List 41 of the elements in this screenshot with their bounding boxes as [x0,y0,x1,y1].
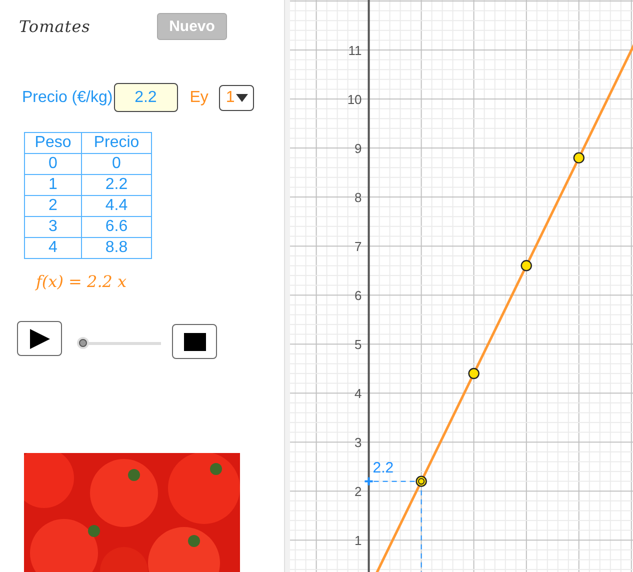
table-cell: 8.8 [82,238,152,258]
tick-label: 2 [354,484,362,500]
table-cell: 0 [82,154,152,174]
table-cell: 4.4 [82,196,152,216]
price-label: Precio (€/kg) [22,88,113,106]
tick-label: 3 [354,435,362,450]
price-input[interactable]: 2.2 [114,83,178,112]
table-cell: 3 [24,216,82,238]
tick-label: 4 [354,386,362,402]
tick-label: 10 [347,92,362,107]
tick-label: 7 [354,239,362,254]
tick-label: 5 [354,337,362,352]
play-button[interactable] [17,321,62,356]
stop-button[interactable] [172,324,217,359]
column-header: Precio [82,132,152,154]
play-icon [28,328,50,350]
caret-icon [236,94,248,102]
table-cell: 2.2 [82,174,152,196]
table-cell: 2 [24,196,82,216]
tick-label: 1 [354,533,362,548]
point-marker[interactable] [468,368,480,380]
app-title: Tomates [19,16,92,36]
slider-thumb[interactable] [79,338,87,346]
point-marker[interactable] [573,152,584,164]
example-dropdown[interactable]: 1 [219,84,254,110]
column-header: Peso [24,132,82,154]
point-marker[interactable] [520,260,532,272]
tick-label: 9 [354,141,362,156]
function-formula: f(x) = 2.2 x [36,272,128,291]
example-label: Ey [190,88,208,106]
value-label: 2.2 [372,459,394,476]
tick-label: 11 [348,43,362,58]
table-cell: 0 [24,154,82,174]
table-cell: 1 [24,174,82,196]
table-cell: 4 [24,238,82,258]
animation-slider[interactable] [77,336,161,348]
point-marker[interactable] [416,476,427,487]
tick-label: 8 [354,190,362,206]
tick-label: 6 [354,288,362,304]
stop-icon [184,332,206,350]
table-cell: 6.6 [82,216,152,238]
